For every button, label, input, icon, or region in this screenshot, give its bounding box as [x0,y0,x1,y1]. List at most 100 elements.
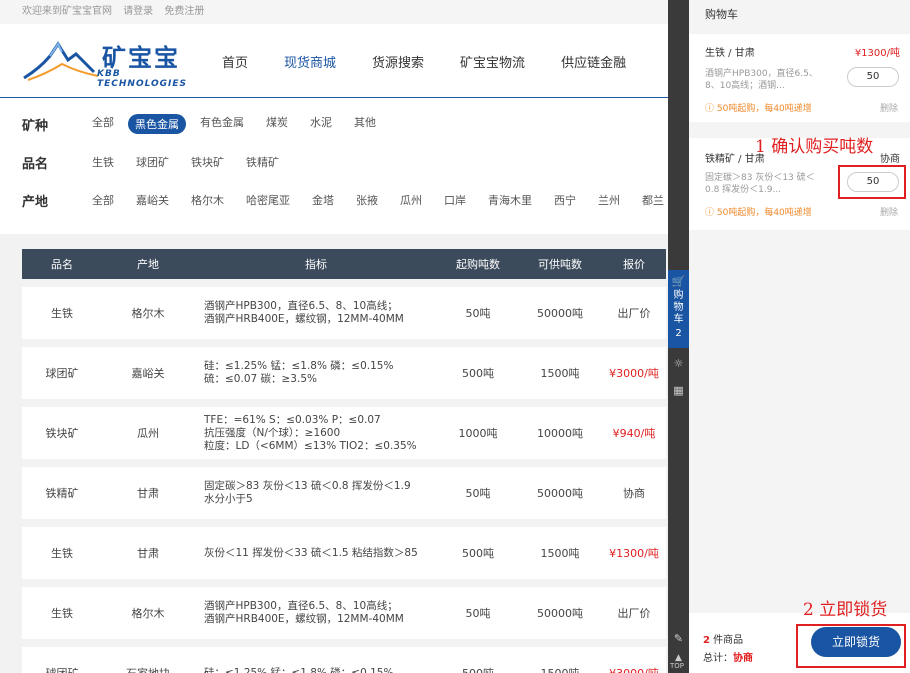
filter-option-origin[interactable]: 青海木里 [488,192,532,208]
table-row[interactable]: 球团矿石家地块 硅：≤1.25% 锰：≤1.8% 磷：≤0.15% 500吨1500… [22,647,666,673]
table-cell-origin: 石家地块 [102,665,194,673]
table-cell-price: ¥3000/吨 [609,367,659,380]
register-link[interactable]: 免费注册 [164,6,204,17]
filter-option-origin[interactable]: 都兰 [642,192,664,208]
table-cell-name: 铁精矿 [45,487,79,500]
delete-link[interactable]: 删除 [880,205,898,218]
main-nav: 首页 现货商城 货源搜索 矿宝宝物流 供应链金融 [222,52,662,71]
table-cell-spec: 酒钢产HPB300，直径6.5、8、10高线； 酒钢产HRB400E，螺纹钢，1… [204,300,404,325]
filter-label-product: 品名 [22,156,49,172]
welcome-text: 欢迎来到矿宝宝官网 [22,6,112,17]
cart-panel: 购物车 生铁 / 甘肃 ¥1300/吨 酒钢产HPB300，直径6.5、8、10… [689,0,910,673]
logo-text-en: KBB TECHNOLOGIES [97,69,188,89]
item-count-number: 2 [703,635,710,646]
table-cell-price: 出厂价 [617,607,651,620]
table-cell-origin: 甘肃 [137,487,159,500]
table-cell-min: 50吨 [465,487,491,500]
table-cell-spec: 硅：≤1.25% 锰：≤1.8% 磷：≤0.15% [204,666,394,673]
table-cell-origin: 格尔木 [131,307,165,320]
col-header-min: 起购吨数 [456,258,500,271]
cart-item-tip: ⓘ 50吨起购，每40吨递增 [705,208,812,218]
cart-item-tip-text: 50吨起购，每40吨递增 [716,104,812,114]
header: 矿宝宝 KBB TECHNOLOGIES 首页 现货商城 货源搜索 矿宝宝物流 供应链金… [0,24,668,98]
filter-option-product[interactable]: 球团矿 [136,154,169,170]
filter-option-mineral[interactable]: 煤炭 [266,114,288,134]
logo-text-cn: 矿宝宝 [102,44,180,72]
filter-option-mineral[interactable]: 水泥 [310,114,332,134]
filter-option-origin[interactable]: 西宁 [554,192,576,208]
filter-option-origin[interactable]: 兰州 [598,192,620,208]
table-row[interactable]: 球团矿 嘉峪关 硅：≤1.25% 锰：≤1.8% 磷：≤0.15% 硫：≤0.07 … [22,347,666,399]
table-cell-supply: 10000吨 [537,427,583,440]
table-row[interactable]: 铁块矿 瓜州 TFE：=61% S：≤0.03% P：≤0.07 抗压强度（N/个球… [22,407,666,459]
nav-item[interactable]: 供应链金融 [561,52,626,71]
table-cell-name: 生铁 [51,607,73,620]
filter-option-origin[interactable]: 哈密尾亚 [246,192,290,208]
table-header: 品名 产地 指标 起购吨数 可供吨数 报价 [22,249,666,279]
table-cell-price: 出厂价 [617,307,651,320]
filter-panel: 矿种 全部 黑色金属 有色金属 煤炭 水泥 其他 品名 生铁 球团矿 铁块矿 铁精矿 产地 全部… [0,98,668,234]
filter-option-mineral[interactable]: 全部 [92,114,114,134]
filter-option-product[interactable]: 生铁 [92,154,114,170]
filter-option-origin[interactable]: 金塔 [312,192,334,208]
nav-item[interactable]: 货源搜索 [372,52,424,71]
table-row[interactable]: 生铁 格尔木 酒钢产HPB300，直径6.5、8、10高线； 酒钢产HRB400E，… [22,587,666,639]
filter-option-product[interactable]: 铁精矿 [246,154,279,170]
filter-option-product[interactable]: 铁块矿 [191,154,224,170]
logo[interactable]: 矿宝宝 KBB TECHNOLOGIES [22,38,202,89]
table-cell-origin: 瓜州 [137,427,159,440]
qrcode-icon[interactable]: ▦ [672,384,685,397]
table-cell-price: 协商 [623,487,645,500]
filter-option-origin[interactable]: 张掖 [356,192,378,208]
col-header-name: 品名 [51,258,73,271]
table-cell-supply: 50000吨 [537,607,583,620]
annotation-step-2: 2 立即锁货 [803,600,888,620]
table-cell-name: 生铁 [51,307,73,320]
table-row[interactable]: 生铁 甘肃 灰份＜11 挥发份＜33 硫＜1.5 粘结指数＞85 500吨 1500吨 ¥… [22,527,666,579]
cart-tab-count: 2 [675,328,682,339]
filter-label-origin: 产地 [22,194,49,210]
table-cell-price: ¥1300/吨 [609,547,659,560]
filter-option-origin[interactable]: 口岸 [444,192,466,208]
nav-item[interactable]: 首页 [222,52,248,71]
table-cell-price: ¥940/吨 [612,427,656,440]
filter-option-origin[interactable]: 瓜州 [400,192,422,208]
login-link[interactable]: 请登录 [123,6,153,17]
nav-item[interactable]: 现货商城 [284,52,336,71]
service-icon[interactable]: ☼ [672,357,685,370]
table-row[interactable]: 生铁 格尔木 酒钢产HPB300，直径6.5、8、10高线； 酒钢产HRB400E，… [22,287,666,339]
cart-tab[interactable]: 🛒 购物车 2 [668,270,689,348]
table-cell-spec: 固定碳＞83 灰份＜13 硫＜0.8 挥发份＜1.9 水分小于5 [204,480,411,505]
delete-link[interactable]: 删除 [880,101,898,114]
filter-option-origin[interactable]: 格尔木 [191,192,224,208]
filter-option-mineral[interactable]: 黑色金属 [128,114,186,134]
nav-item[interactable]: 矿宝宝物流 [460,52,525,71]
cart-item-spec: 酒钢产HPB300，直径6.5、8、10高线；酒钢... [705,69,818,91]
cart-title: 购物车 [689,0,910,30]
table-cell-supply: 1500吨 [540,547,580,560]
filter-option-mineral[interactable]: 有色金属 [200,114,244,134]
table-cell-min: 500吨 [438,665,518,673]
table-row[interactable]: 铁精矿 甘肃 固定碳＞83 灰份＜13 硫＜0.8 挥发份＜1.9 水分小于5 50吨… [22,467,666,519]
filter-option-origin[interactable]: 嘉峪关 [136,192,169,208]
table-cell-spec: 酒钢产HPB300，直径6.5、8、10高线； 酒钢产HRB400E，螺纹钢，1… [204,600,404,625]
annotation-box-quantity [838,165,906,199]
cart-icon: 🛒 [671,275,686,288]
table-cell-spec: 灰份＜11 挥发份＜33 硫＜1.5 粘结指数＞85 [204,546,418,559]
filter-option-mineral[interactable]: 其他 [354,114,376,134]
cart-item-name: 生铁 / 甘肃 [705,48,755,59]
table-cell-supply: 1500吨 [518,665,602,673]
edit-icon[interactable]: ✎ [672,632,685,645]
table-cell-supply: 1500吨 [540,367,580,380]
col-header-spec: 指标 [305,258,327,271]
filter-option-origin[interactable]: 全部 [92,192,114,208]
item-count: 2 件商品 [703,631,743,646]
table-cell-price: ¥3000/吨 [602,665,666,673]
back-to-top-label[interactable]: TOP [670,662,684,670]
table-cell-min: 50吨 [465,607,491,620]
quantity-input[interactable]: 50 [847,67,899,87]
table-cell-min: 1000吨 [458,427,498,440]
col-header-supply: 可供吨数 [538,258,582,271]
table-cell-origin: 甘肃 [137,547,159,560]
mountain-logo-icon [23,41,99,81]
